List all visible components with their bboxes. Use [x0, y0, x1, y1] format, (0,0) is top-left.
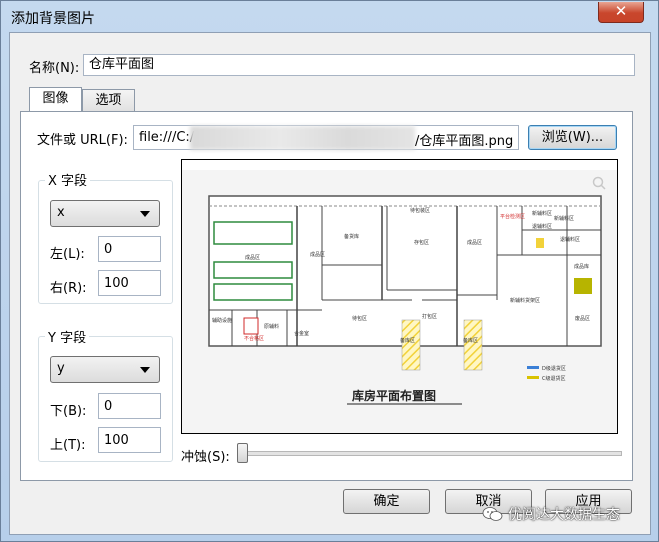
room-label: 备库区 — [400, 337, 415, 344]
y-field-value: y — [57, 361, 65, 376]
close-icon: ✕ — [614, 2, 628, 20]
left-label: 左(L): — [50, 247, 85, 262]
room-label: 待包区 — [352, 315, 367, 322]
top-input[interactable]: 100 — [98, 427, 161, 453]
room-label: 待包装区 — [410, 207, 430, 214]
room-label: 备货库 — [344, 233, 359, 240]
room-label: 新辅料区 — [554, 215, 574, 222]
y-field-title: Y 字段 — [45, 327, 90, 346]
redacted-path — [190, 126, 415, 150]
room-label: 辅助设施 — [212, 317, 232, 324]
room-label: 不合格区 — [244, 335, 264, 342]
chevron-down-icon — [140, 367, 150, 373]
room-label: 成品区 — [310, 251, 325, 258]
room-label: 合金室 — [294, 330, 309, 337]
ok-button[interactable]: 确定 — [343, 489, 430, 514]
browse-button[interactable]: 浏览(W)... — [528, 125, 617, 150]
chevron-down-icon — [140, 211, 150, 217]
opacity-slider-track[interactable] — [240, 451, 622, 456]
name-label: 名称(N): — [29, 61, 80, 76]
right-label: 右(R): — [50, 281, 87, 296]
room-label: 原辅料 — [264, 323, 279, 330]
room-label: 成品区 — [245, 254, 260, 261]
room-label: 备库区 — [463, 337, 478, 344]
wechat-icon — [482, 507, 503, 521]
name-input[interactable]: 仓库平面图 — [83, 54, 635, 76]
room-label: 存包区 — [414, 239, 429, 246]
file-url-end: /仓库平面图.png — [415, 134, 514, 149]
window-title: 添加背景图片 — [11, 11, 95, 27]
right-input[interactable]: 100 — [98, 270, 161, 296]
room-label: 退辅料区 — [532, 223, 552, 230]
bottom-input[interactable]: 0 — [98, 393, 161, 419]
room-label: 废品区 — [575, 315, 590, 322]
room-label: 打包区 — [422, 313, 437, 320]
watermark-text: 优阅达大数据生态 — [508, 507, 620, 523]
file-url-label: 文件或 URL(F): — [37, 133, 128, 148]
legend-swatch — [527, 376, 539, 379]
zoom-icon — [592, 176, 606, 190]
opacity-slider-thumb[interactable] — [237, 443, 248, 463]
x-field-title: X 字段 — [45, 170, 91, 189]
room-label: 退辅料区 — [560, 236, 580, 243]
tab-options[interactable]: 选项 — [82, 89, 135, 113]
room-label: 成品区 — [467, 239, 482, 246]
legend-label: C级退货区 — [542, 375, 566, 382]
x-field-value: x — [57, 205, 65, 220]
left-input[interactable]: 0 — [98, 236, 161, 262]
room-label: 平台检测区 — [500, 213, 525, 220]
room-label: 成品库 — [574, 263, 589, 270]
room-label: 新辅料区 — [532, 210, 552, 217]
top-label: 上(T): — [50, 438, 86, 453]
close-button[interactable]: ✕ — [598, 2, 644, 23]
legend-label: D级退货区 — [542, 365, 566, 372]
floor-plan-image: 成品区 成品区 备货库 存包区 待包装区 成品区 平台检测区 新辅料区 新辅料区… — [182, 170, 617, 433]
room-label: 新辅料货架区 — [510, 297, 540, 304]
floor-plan-caption: 库房平面布置图 — [352, 388, 436, 403]
bottom-label: 下(B): — [50, 404, 87, 419]
x-field-select[interactable]: x — [50, 200, 160, 227]
tab-image[interactable]: 图像 — [29, 87, 82, 113]
title-bar[interactable]: 添加背景图片 ✕ — [1, 1, 658, 31]
legend-swatch — [527, 366, 539, 369]
image-preview: 成品区 成品区 备货库 存包区 待包装区 成品区 平台检测区 新辅料区 新辅料区… — [181, 159, 618, 434]
file-url-start: file:///C:/ — [139, 130, 195, 145]
y-field-select[interactable]: y — [50, 356, 160, 383]
opacity-label: 冲蚀(S): — [181, 450, 230, 465]
